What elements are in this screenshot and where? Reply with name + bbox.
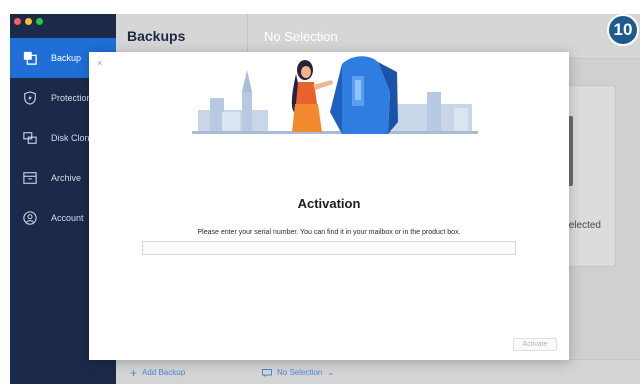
activation-illustration bbox=[192, 56, 478, 134]
minimize-window-button[interactable] bbox=[25, 18, 32, 25]
backup-copy-icon bbox=[22, 50, 38, 66]
sidebar-item-label: Account bbox=[51, 213, 84, 223]
activation-dialog: × Activation Please enter your serial nu… bbox=[89, 52, 569, 360]
close-icon[interactable]: × bbox=[97, 58, 102, 68]
step-number-badge: 10 bbox=[607, 14, 639, 46]
chevron-down-icon: ⌄ bbox=[327, 368, 335, 377]
dialog-title: Activation bbox=[297, 196, 361, 211]
disk-clone-icon bbox=[22, 130, 38, 146]
sidebar-item-label: Backup bbox=[51, 53, 82, 63]
dialog-instruction: Please enter your serial number. You can… bbox=[197, 229, 461, 236]
page-title: Backups bbox=[127, 28, 186, 44]
close-window-button[interactable] bbox=[14, 18, 21, 25]
shield-icon bbox=[22, 90, 38, 106]
add-backup-button[interactable]: + Add Backup bbox=[130, 365, 186, 380]
user-circle-icon bbox=[22, 210, 38, 226]
destination-label: elected bbox=[568, 220, 601, 231]
footer-selection-label: No Selection bbox=[277, 368, 323, 377]
sidebar-item-label: Protection bbox=[51, 93, 92, 103]
zoom-window-button[interactable] bbox=[36, 18, 43, 25]
activate-button[interactable]: Activate bbox=[513, 338, 557, 351]
plus-icon: + bbox=[130, 365, 138, 380]
main-footer: + Add Backup No Selection ⌄ bbox=[116, 359, 640, 384]
archive-box-icon bbox=[22, 170, 38, 186]
selection-title: No Selection bbox=[264, 29, 338, 44]
serial-number-input[interactable] bbox=[142, 241, 516, 255]
sidebar-item-label: Archive bbox=[51, 173, 82, 183]
window-controls bbox=[14, 18, 43, 25]
chat-bubble-icon bbox=[262, 368, 272, 377]
footer-selection[interactable]: No Selection ⌄ bbox=[262, 368, 334, 377]
sidebar-item-label: Disk Clone bbox=[51, 133, 95, 143]
add-backup-label: Add Backup bbox=[142, 368, 186, 377]
